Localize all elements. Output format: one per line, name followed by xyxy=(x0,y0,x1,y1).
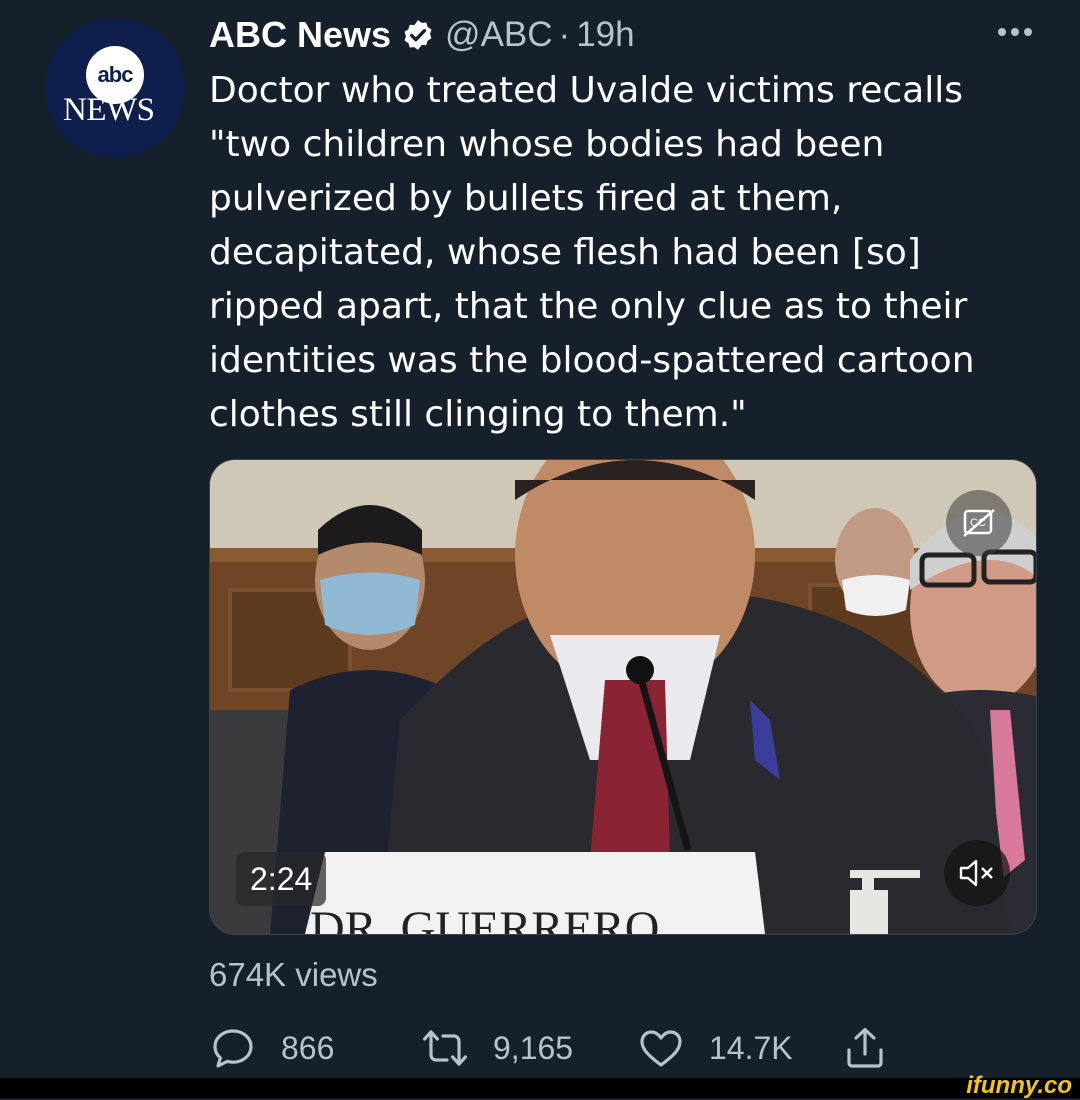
like-icon xyxy=(640,1030,682,1067)
reply-icon xyxy=(213,1029,253,1068)
retweet-count: 9,165 xyxy=(493,1029,574,1066)
like-button[interactable]: 14.7K xyxy=(637,1024,793,1072)
retweet-icon xyxy=(423,1030,467,1066)
more-icon[interactable] xyxy=(998,28,1032,36)
mute-icon[interactable] xyxy=(944,840,1010,906)
like-count: 14.7K xyxy=(709,1029,793,1066)
video-frame: DR. GUERRERO xyxy=(210,460,1036,934)
reply-count: 866 xyxy=(281,1029,335,1066)
tweet-header: ABC News @ABC · 19h xyxy=(209,12,635,58)
watermark: ifunny.co xyxy=(966,1072,1072,1099)
closed-captions-icon[interactable]: CC xyxy=(946,490,1012,556)
bottom-bar xyxy=(0,1078,1080,1098)
author-handle[interactable]: @ABC xyxy=(445,15,553,55)
author-name[interactable]: ABC News xyxy=(209,14,391,56)
timestamp[interactable]: 19h xyxy=(576,15,634,55)
retweet-button[interactable]: 9,165 xyxy=(421,1024,573,1072)
avatar-news-text: NEWS xyxy=(63,92,155,128)
verified-icon xyxy=(404,20,432,50)
video-player[interactable]: DR. GUERRERO CC 2:24 xyxy=(209,459,1037,935)
tweet-text: Doctor who treated Uvalde victims recall… xyxy=(209,70,975,435)
share-icon xyxy=(847,1028,883,1068)
share-button[interactable] xyxy=(841,1024,913,1072)
separator: · xyxy=(558,15,571,54)
view-count: 674K views xyxy=(209,956,378,993)
avatar[interactable]: abc NEWS xyxy=(45,18,185,158)
tweet-actions: 866 9,165 14.7K xyxy=(209,1020,929,1076)
reply-button[interactable]: 866 xyxy=(209,1024,334,1072)
video-duration: 2:24 xyxy=(236,852,327,906)
name-placard: DR. GUERRERO xyxy=(310,902,659,934)
